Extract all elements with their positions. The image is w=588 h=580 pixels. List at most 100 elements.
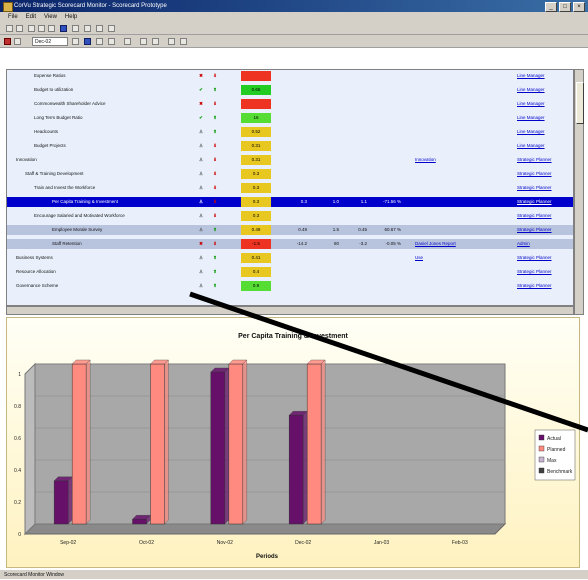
print-icon[interactable] [60, 25, 67, 32]
owner-link[interactable]: Strategic Planner [517, 211, 572, 221]
back-icon[interactable] [6, 25, 13, 32]
row-label: Staff Retention [52, 241, 82, 246]
report-link[interactable] [415, 183, 475, 193]
owner-link[interactable]: Strategic Planner [517, 253, 572, 263]
value-cell [287, 253, 307, 263]
menu-edit[interactable]: Edit [26, 12, 36, 22]
table-row[interactable]: Long Term Budget Ratio ✔ ⬆ 16 Line Manager [7, 113, 573, 123]
owner-link[interactable]: Line Manager [517, 99, 572, 109]
menu-file[interactable]: File [8, 12, 18, 22]
table-row[interactable]: Headcounts ♙ ⬆ 0.52 Line Manager [7, 127, 573, 137]
table-row[interactable]: Train and Invest the Workforce ♙ ⬇ 0.3 Strat… [7, 183, 573, 193]
copy-icon[interactable] [48, 25, 55, 32]
scroll-thumb[interactable] [576, 82, 584, 124]
row-label: Long Term Budget Ratio [34, 115, 83, 120]
refresh-icon[interactable] [84, 38, 91, 45]
table-row[interactable]: Employee Morale Survey ♙ ⬆ 0.49 0.49 1.5 0.45 6… [7, 225, 573, 235]
previous-period-icon[interactable] [14, 38, 21, 45]
table-row[interactable]: Business Systems ♙ ⬆ 0.41 Use Strategic Plann… [7, 253, 573, 263]
collapse-icon[interactable] [152, 38, 159, 45]
owner-link[interactable]: Line Manager [517, 85, 572, 95]
help-icon[interactable] [108, 25, 115, 32]
report-link[interactable] [415, 141, 475, 151]
owner-link[interactable]: Admin [517, 239, 572, 249]
value-cell [347, 113, 367, 123]
report-link[interactable] [415, 211, 475, 221]
tools-icon[interactable] [96, 25, 103, 32]
forward-icon[interactable] [16, 25, 23, 32]
report-link[interactable] [415, 113, 475, 123]
owner-link[interactable]: Line Manager [517, 71, 572, 81]
value-cell: 1.1 [360, 199, 367, 204]
vertical-scrollbar[interactable] [574, 69, 584, 315]
report-link[interactable] [415, 71, 475, 81]
scorecard-grid[interactable]: Expense Ratios ✖ ⬇ Line Manager Budget to ut… [6, 69, 574, 306]
report-link[interactable] [415, 127, 475, 137]
table-row[interactable]: Budget Projects ♙ ⬇ 0.31 Line Manager [7, 141, 573, 151]
filter-icon[interactable] [124, 38, 131, 45]
value-cell [319, 141, 339, 151]
score-cell: 0.4 [241, 267, 271, 277]
report-link[interactable] [415, 99, 475, 109]
row-label: Headcounts [34, 129, 59, 134]
owner-link[interactable]: Strategic Planner [517, 267, 572, 277]
report-link[interactable] [415, 197, 475, 207]
table-row[interactable]: Staff Retention ✖ ⬇ -1.5 -14.2 80 -3.2 -0.05 % D… [7, 239, 573, 249]
save-icon[interactable] [38, 25, 45, 32]
trend-arrow-icon: ⬆ [213, 129, 217, 134]
owner-link[interactable]: Line Manager [517, 113, 572, 123]
owner-link[interactable]: Line Manager [517, 141, 572, 151]
report-link[interactable] [415, 281, 475, 291]
value-cell: 1.5 [332, 227, 339, 232]
table-row[interactable]: Staff & Training Development ♙ ⬇ 0.3 Strateg… [7, 169, 573, 179]
export-icon[interactable] [180, 38, 187, 45]
table-row[interactable]: Expense Ratios ✖ ⬇ Line Manager [7, 71, 573, 81]
table-row[interactable]: Governance Scheme ♙ ⬆ 0.9 Strategic Planner [7, 281, 573, 291]
chart-view-icon[interactable] [96, 38, 103, 45]
legend-swatch [538, 467, 545, 474]
grid-view-icon[interactable] [108, 38, 115, 45]
table-row[interactable]: Encourage Salaried and Motivated Workfor… [7, 211, 573, 221]
value-cell [347, 99, 367, 109]
owner-link[interactable]: Strategic Planner [517, 197, 572, 207]
alert-icon[interactable] [4, 38, 11, 45]
expand-icon[interactable] [140, 38, 147, 45]
owner-link[interactable]: Strategic Planner [517, 281, 572, 291]
zoom-icon[interactable] [84, 25, 91, 32]
owner-link[interactable]: Strategic Planner [517, 183, 572, 193]
owner-link[interactable]: Line Manager [517, 127, 572, 137]
find-icon[interactable] [72, 25, 79, 32]
report-link[interactable]: Innovation [415, 155, 475, 165]
legend-label: Planned [547, 447, 566, 453]
minimize-button[interactable]: _ [545, 2, 557, 12]
menu-view[interactable]: View [44, 12, 57, 22]
next-period-icon[interactable] [72, 38, 79, 45]
report-link[interactable]: Daniel Jones Report [415, 239, 475, 249]
report-link[interactable] [415, 267, 475, 277]
owner-link[interactable]: Strategic Planner [517, 225, 572, 235]
report-link[interactable] [415, 85, 475, 95]
table-row[interactable]: Commonwealth Shareholder Advice ✖ ⬇ Line Ma… [7, 99, 573, 109]
report-link[interactable] [415, 225, 475, 235]
open-icon[interactable] [28, 25, 35, 32]
period-select[interactable]: Dec-02 [32, 37, 68, 46]
table-row[interactable]: Resource Allocation ♙ ⬆ 0.4 Strategic Planne… [7, 267, 573, 277]
table-row[interactable]: Budget to utilization ✔ ⬆ 0.65 Line Manager [7, 85, 573, 95]
owner-link[interactable]: Strategic Planner [517, 155, 572, 165]
trend-arrow-icon: ⬆ [213, 227, 217, 232]
menu-help[interactable]: Help [65, 12, 77, 22]
close-button[interactable]: × [573, 2, 585, 12]
trend-arrow-icon: ⬆ [213, 115, 217, 120]
owner-link[interactable]: Strategic Planner [517, 169, 572, 179]
value-cell: 0.45 [358, 227, 367, 232]
y-tick-label: 0.4 [14, 468, 21, 474]
table-row[interactable]: Per Capita Training & Investment ♙ ⬇ 0.3 0.3… [7, 197, 573, 207]
settings-icon[interactable] [168, 38, 175, 45]
maximize-button[interactable]: □ [559, 2, 571, 12]
status-icon: ✖ [199, 101, 203, 106]
report-link[interactable]: Use [415, 253, 475, 263]
table-row[interactable]: Innovation ♙ ⬇ 0.31 Innovation Strategic Plan… [7, 155, 573, 165]
horizontal-scrollbar[interactable] [6, 306, 574, 315]
report-link[interactable] [415, 169, 475, 179]
value-cell [319, 85, 339, 95]
